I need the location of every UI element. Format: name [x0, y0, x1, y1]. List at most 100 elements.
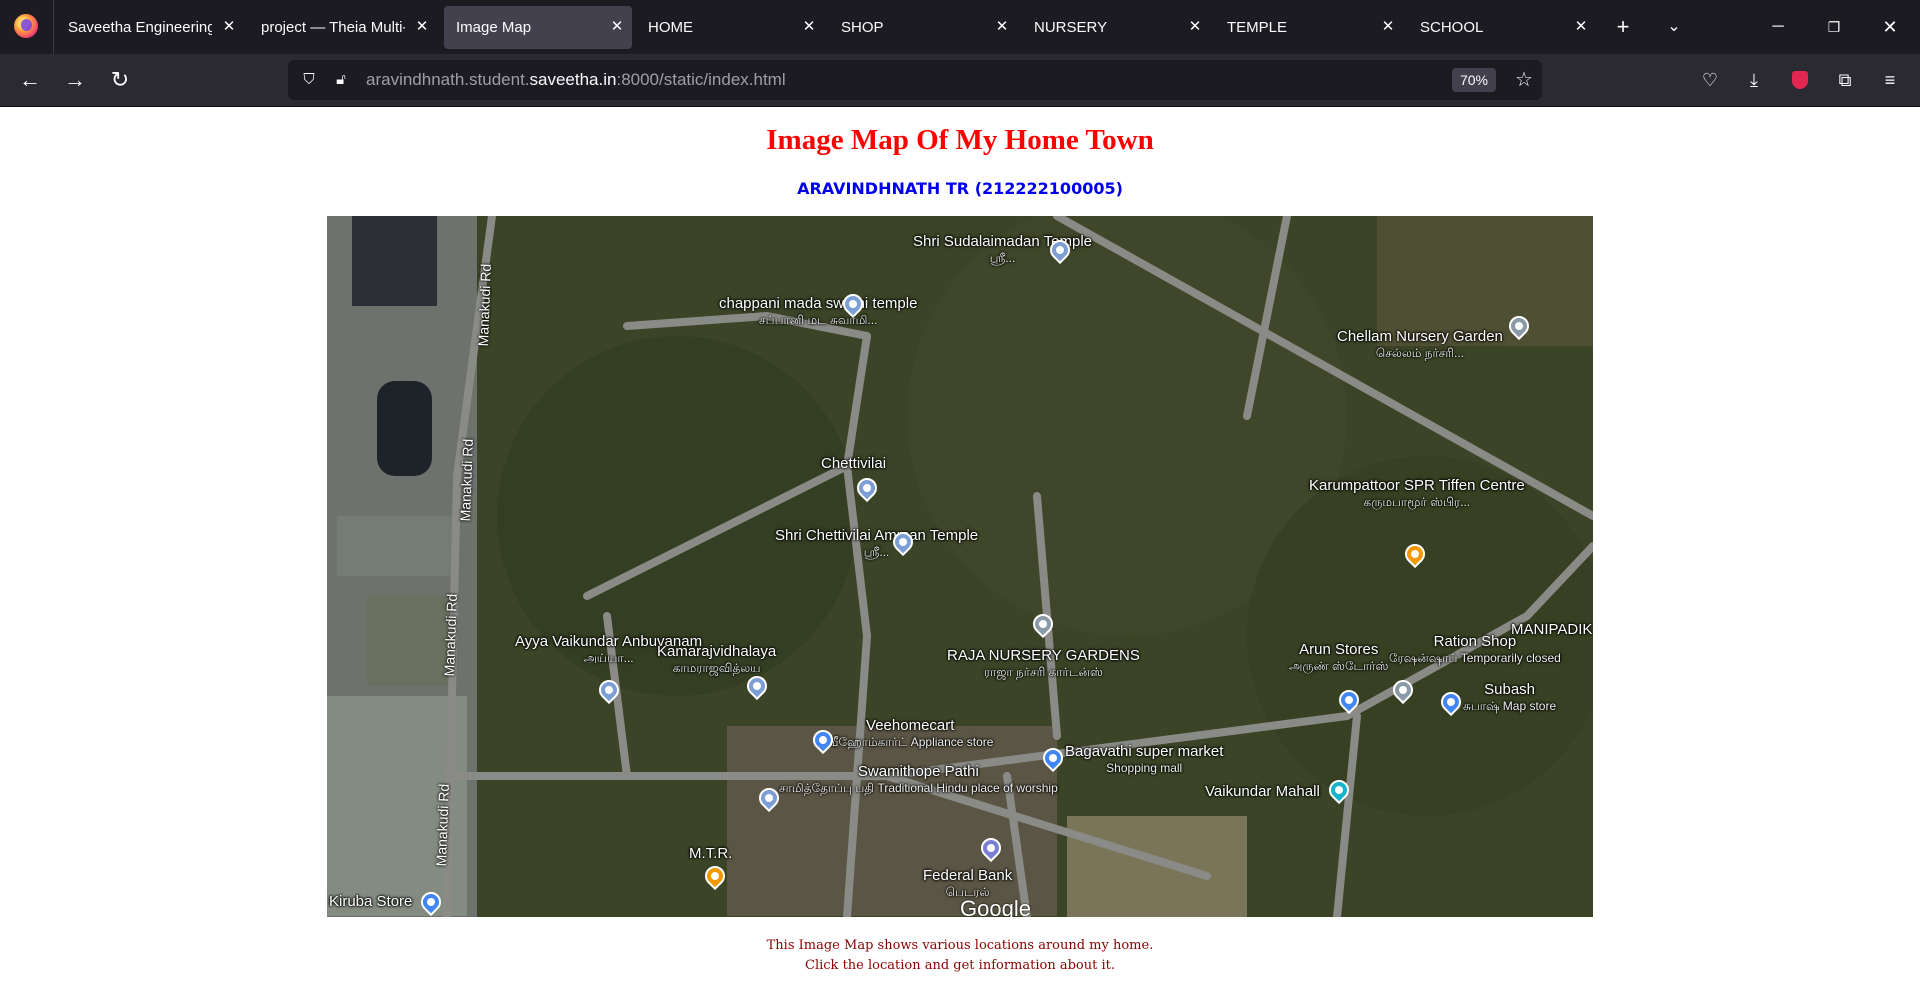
menu-hamburger-icon[interactable]: ≡ [1873, 63, 1907, 97]
place-name: Chellam Nursery Garden [1337, 328, 1503, 345]
road-label: Manakudi Rd [433, 783, 452, 867]
place-sub: ஸ்ரீ... [863, 545, 890, 559]
place-label[interactable]: Karumpattoor SPR Tiffen Centre கருமபாமூர்… [1309, 478, 1525, 510]
place-name: Swamithope Pathi [857, 763, 979, 780]
page-title: Image Map Of My Home Town [766, 124, 1154, 156]
back-icon[interactable]: ← [13, 63, 47, 97]
place-label[interactable]: Swamithope Pathi சாமித்தோப்பு பதி Traditi… [779, 764, 1058, 796]
map-caption: This Image Map shows various locations a… [0, 936, 1920, 976]
close-tab-icon[interactable]: ✕ [409, 14, 435, 40]
bookmark-star-icon[interactable]: ☆ [1510, 66, 1538, 94]
place-label[interactable]: Kiruba Store [329, 894, 412, 910]
place-label[interactable]: Veehomecart வீஹோம்கார்ட் Appliance store [827, 718, 993, 750]
place-sub: செல்லம் நர்சரி... [1375, 346, 1465, 360]
list-all-tabs-icon[interactable]: ⌄ [1657, 10, 1691, 44]
place-label[interactable]: Subash சுபாஷ் Map store [1463, 682, 1556, 714]
close-tab-icon[interactable]: ✕ [604, 14, 630, 40]
place-label[interactable]: M.T.R. [689, 846, 732, 862]
minimize-icon[interactable]: ─ [1758, 8, 1798, 46]
satellite-image [327, 216, 1593, 917]
place-label[interactable]: Bagavathi super market Shopping mall [1065, 744, 1223, 776]
place-name: Karumpattoor SPR Tiffen Centre [1309, 477, 1525, 494]
page-subtitle: ARAVINDHNATH TR (212222100005) [797, 179, 1123, 198]
tab-separator [53, 0, 54, 54]
place-sub: கருமபாமூர் ஸ்பிர... [1363, 495, 1471, 509]
place-label[interactable]: Vaikundar Mahall [1205, 784, 1320, 800]
tab-title: SHOP [841, 19, 884, 36]
place-name: chappani mada swami temple [719, 295, 918, 312]
downloads-icon[interactable]: ⤓ [1737, 63, 1771, 97]
tab-shop[interactable]: SHOP ✕ [829, 6, 1017, 49]
place-name: Veehomecart [866, 717, 955, 734]
url-bar[interactable]: ⛉ 🔓︎ aravindhnath.student.saveetha.in:80… [288, 60, 1542, 100]
zoom-level-button[interactable]: 70% [1452, 68, 1496, 92]
pocket-icon[interactable]: ♡ [1693, 63, 1727, 97]
reload-icon[interactable]: ↻ [103, 63, 137, 97]
place-label[interactable]: Ration Shop ரேஷன்ஷாப் Temporarily closed [1389, 634, 1561, 666]
tracking-protection-shield-icon[interactable]: ⛉ [298, 69, 320, 91]
close-tab-icon[interactable]: ✕ [1375, 14, 1401, 40]
place-name: RAJA NURSERY GARDENS [947, 647, 1140, 664]
place-label[interactable]: Kamarajvidhalaya காமராஜவித்லய [657, 644, 776, 676]
place-name: Chettivilai [821, 455, 887, 472]
tab-school[interactable]: SCHOOL ✕ [1408, 6, 1596, 49]
place-sub: அருண் ஸ்டோர்ஸ் [1289, 659, 1389, 673]
url-suffix: :8000/static/index.html [616, 70, 786, 89]
close-tab-icon[interactable]: ✕ [796, 14, 822, 40]
new-tab-icon[interactable]: + [1606, 10, 1640, 44]
place-name: M.T.R. [689, 845, 733, 862]
tab-title: Image Map [456, 19, 532, 36]
extension-shield-icon[interactable] [1783, 63, 1817, 97]
tab-strip: Saveetha Engineering ✕ project — Theia M… [0, 0, 1920, 54]
place-name: Federal Bank [923, 867, 1013, 884]
place-sub: Shopping mall [1106, 761, 1183, 775]
place-label[interactable]: Shri Chettivilai Amman Temple ஸ்ரீ... [775, 528, 978, 560]
place-name: Ration Shop [1433, 633, 1517, 650]
url-domain: saveetha.in [529, 70, 617, 89]
image-map[interactable]: Manakudi Rd Manakudi Rd Manakudi Rd Mana… [327, 216, 1593, 917]
tab-title: TEMPLE [1227, 19, 1288, 36]
close-tab-icon[interactable]: ✕ [1568, 14, 1594, 40]
place-sub: வீஹோம்கார்ட் Appliance store [827, 735, 994, 749]
place-name: Kiruba Store [329, 893, 413, 910]
caption-line-2: Click the location and get information a… [805, 958, 1115, 973]
restore-icon[interactable]: ❐ [1814, 8, 1854, 46]
web-page: Image Map Of My Home Town ARAVINDHNATH T… [0, 107, 1920, 1006]
place-name: Subash [1484, 681, 1536, 698]
tab-temple[interactable]: TEMPLE ✕ [1215, 6, 1403, 49]
place-label[interactable]: Chettivilai [821, 456, 886, 472]
url-prefix: aravindhnath.student. [366, 70, 530, 89]
caption-line-1: This Image Map shows various locations a… [766, 938, 1154, 953]
navigation-toolbar: ← → ↻ ⛉ 🔓︎ aravindhnath.student.saveetha… [0, 54, 1920, 107]
tab-home[interactable]: HOME ✕ [636, 6, 824, 49]
extensions-puzzle-icon[interactable]: ⧉ [1828, 63, 1862, 97]
tab-nursery[interactable]: NURSERY ✕ [1022, 6, 1210, 49]
place-sub: ராஜா நர்சரி கார்டன்ஸ் [983, 665, 1103, 679]
url-text[interactable]: aravindhnath.student.saveetha.in:8000/st… [366, 70, 786, 90]
firefox-logo-icon[interactable] [14, 14, 38, 38]
place-label[interactable]: Arun Stores அருண் ஸ்டோர்ஸ் [1289, 642, 1388, 674]
tab-title: NURSERY [1034, 19, 1108, 36]
forward-icon[interactable]: → [58, 63, 92, 97]
tab-saveetha[interactable]: Saveetha Engineering ✕ [56, 6, 244, 49]
close-window-icon[interactable]: ✕ [1870, 8, 1910, 46]
place-label[interactable]: RAJA NURSERY GARDENS ராஜா நர்சரி கார்டன்ஸ… [947, 648, 1140, 680]
place-name: Shri Chettivilai Amman Temple [775, 527, 979, 544]
tab-title: HOME [648, 19, 693, 36]
place-sub: சுபாஷ் Map store [1463, 699, 1557, 713]
tab-image-map[interactable]: Image Map ✕ [444, 6, 632, 49]
insecure-lock-icon[interactable]: 🔓︎ [330, 69, 352, 91]
place-name: Bagavathi super market [1065, 743, 1224, 760]
place-label[interactable]: Chellam Nursery Garden செல்லம் நர்சரி... [1337, 329, 1503, 361]
place-name: MANIPADIK [1511, 621, 1593, 638]
tab-title: project — Theia Multi- [261, 19, 405, 36]
place-label[interactable]: chappani mada swami temple சப்பானி மட சுவ… [719, 296, 917, 328]
close-tab-icon[interactable]: ✕ [989, 14, 1015, 40]
close-tab-icon[interactable]: ✕ [216, 14, 242, 40]
tab-title: Saveetha Engineering [68, 19, 212, 36]
close-tab-icon[interactable]: ✕ [1182, 14, 1208, 40]
place-sub: ரேஷன்ஷாப் Temporarily closed [1389, 651, 1561, 665]
place-name: Kamarajvidhalaya [657, 643, 777, 660]
tab-theia[interactable]: project — Theia Multi- ✕ [249, 6, 437, 49]
place-sub: அய்யா... [583, 651, 634, 665]
